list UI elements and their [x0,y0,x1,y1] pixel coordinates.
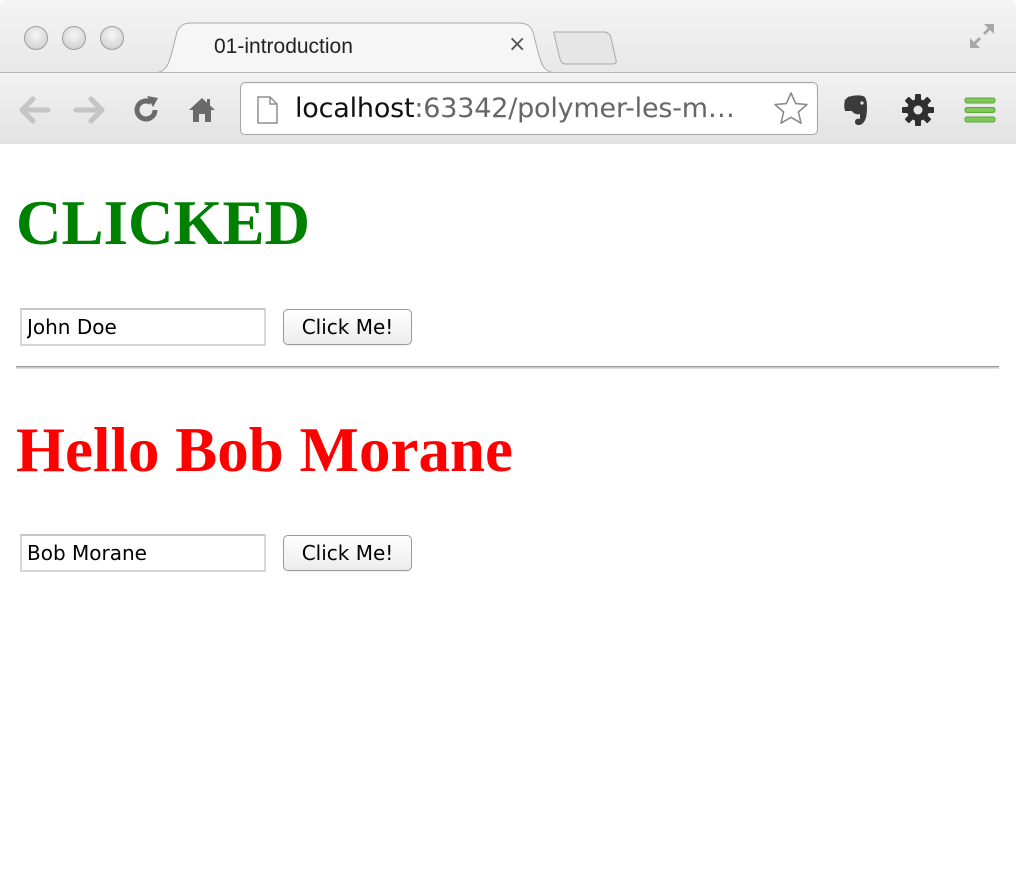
tab-01-introduction[interactable]: 01-introduction × [152,22,558,73]
minimize-light-icon[interactable] [62,26,86,50]
settings-extension[interactable] [900,92,936,128]
url-host: localhost [295,93,415,124]
tab-strip: 01-introduction × [0,0,1016,73]
evernote-icon [844,95,867,126]
home-button[interactable] [184,93,220,127]
forward-arrow-icon [73,96,105,124]
browser-toolbar: localhost:63342/polymer-les-m… [0,72,1016,144]
click-me-button-2[interactable]: Click Me! [283,535,412,571]
back-button[interactable] [16,93,52,127]
url-path: :63342/polymer-les-m… [414,93,735,124]
tab-title: 01-introduction [214,35,353,58]
reload-icon [134,96,158,122]
name-input-2[interactable] [20,534,266,572]
name-input-1[interactable] [20,308,266,346]
tab-close-icon[interactable]: × [508,32,526,57]
evernote-extension[interactable] [838,92,874,128]
horizontal-divider [16,366,999,369]
home-icon [189,98,215,122]
address-bar[interactable]: localhost:63342/polymer-les-m… [240,82,818,135]
close-light-icon[interactable] [24,26,48,50]
gear-icon [902,94,934,126]
bookmark-star-icon[interactable] [773,91,809,127]
hello-heading: Hello Bob Morane [16,415,513,485]
forward-button[interactable] [72,93,108,127]
clicked-heading: CLICKED [16,188,311,258]
chrome-menu-button[interactable] [962,92,998,128]
fullscreen-icon[interactable] [966,20,998,52]
new-tab-button[interactable] [552,30,618,66]
reload-button[interactable] [128,93,164,127]
url-text[interactable]: localhost:63342/polymer-les-m… [295,93,735,124]
window-controls [24,26,124,50]
tab-shape [152,22,558,73]
menu-icon [964,97,996,123]
zoom-light-icon[interactable] [100,26,124,50]
click-me-button-1[interactable]: Click Me! [283,309,412,345]
page-icon [257,96,278,124]
page-content: CLICKED Click Me! Hello Bob Morane Click… [0,145,1016,870]
back-arrow-icon [19,96,51,124]
browser-window-chrome: 01-introduction × localhost:63342/polyme… [0,0,1016,144]
